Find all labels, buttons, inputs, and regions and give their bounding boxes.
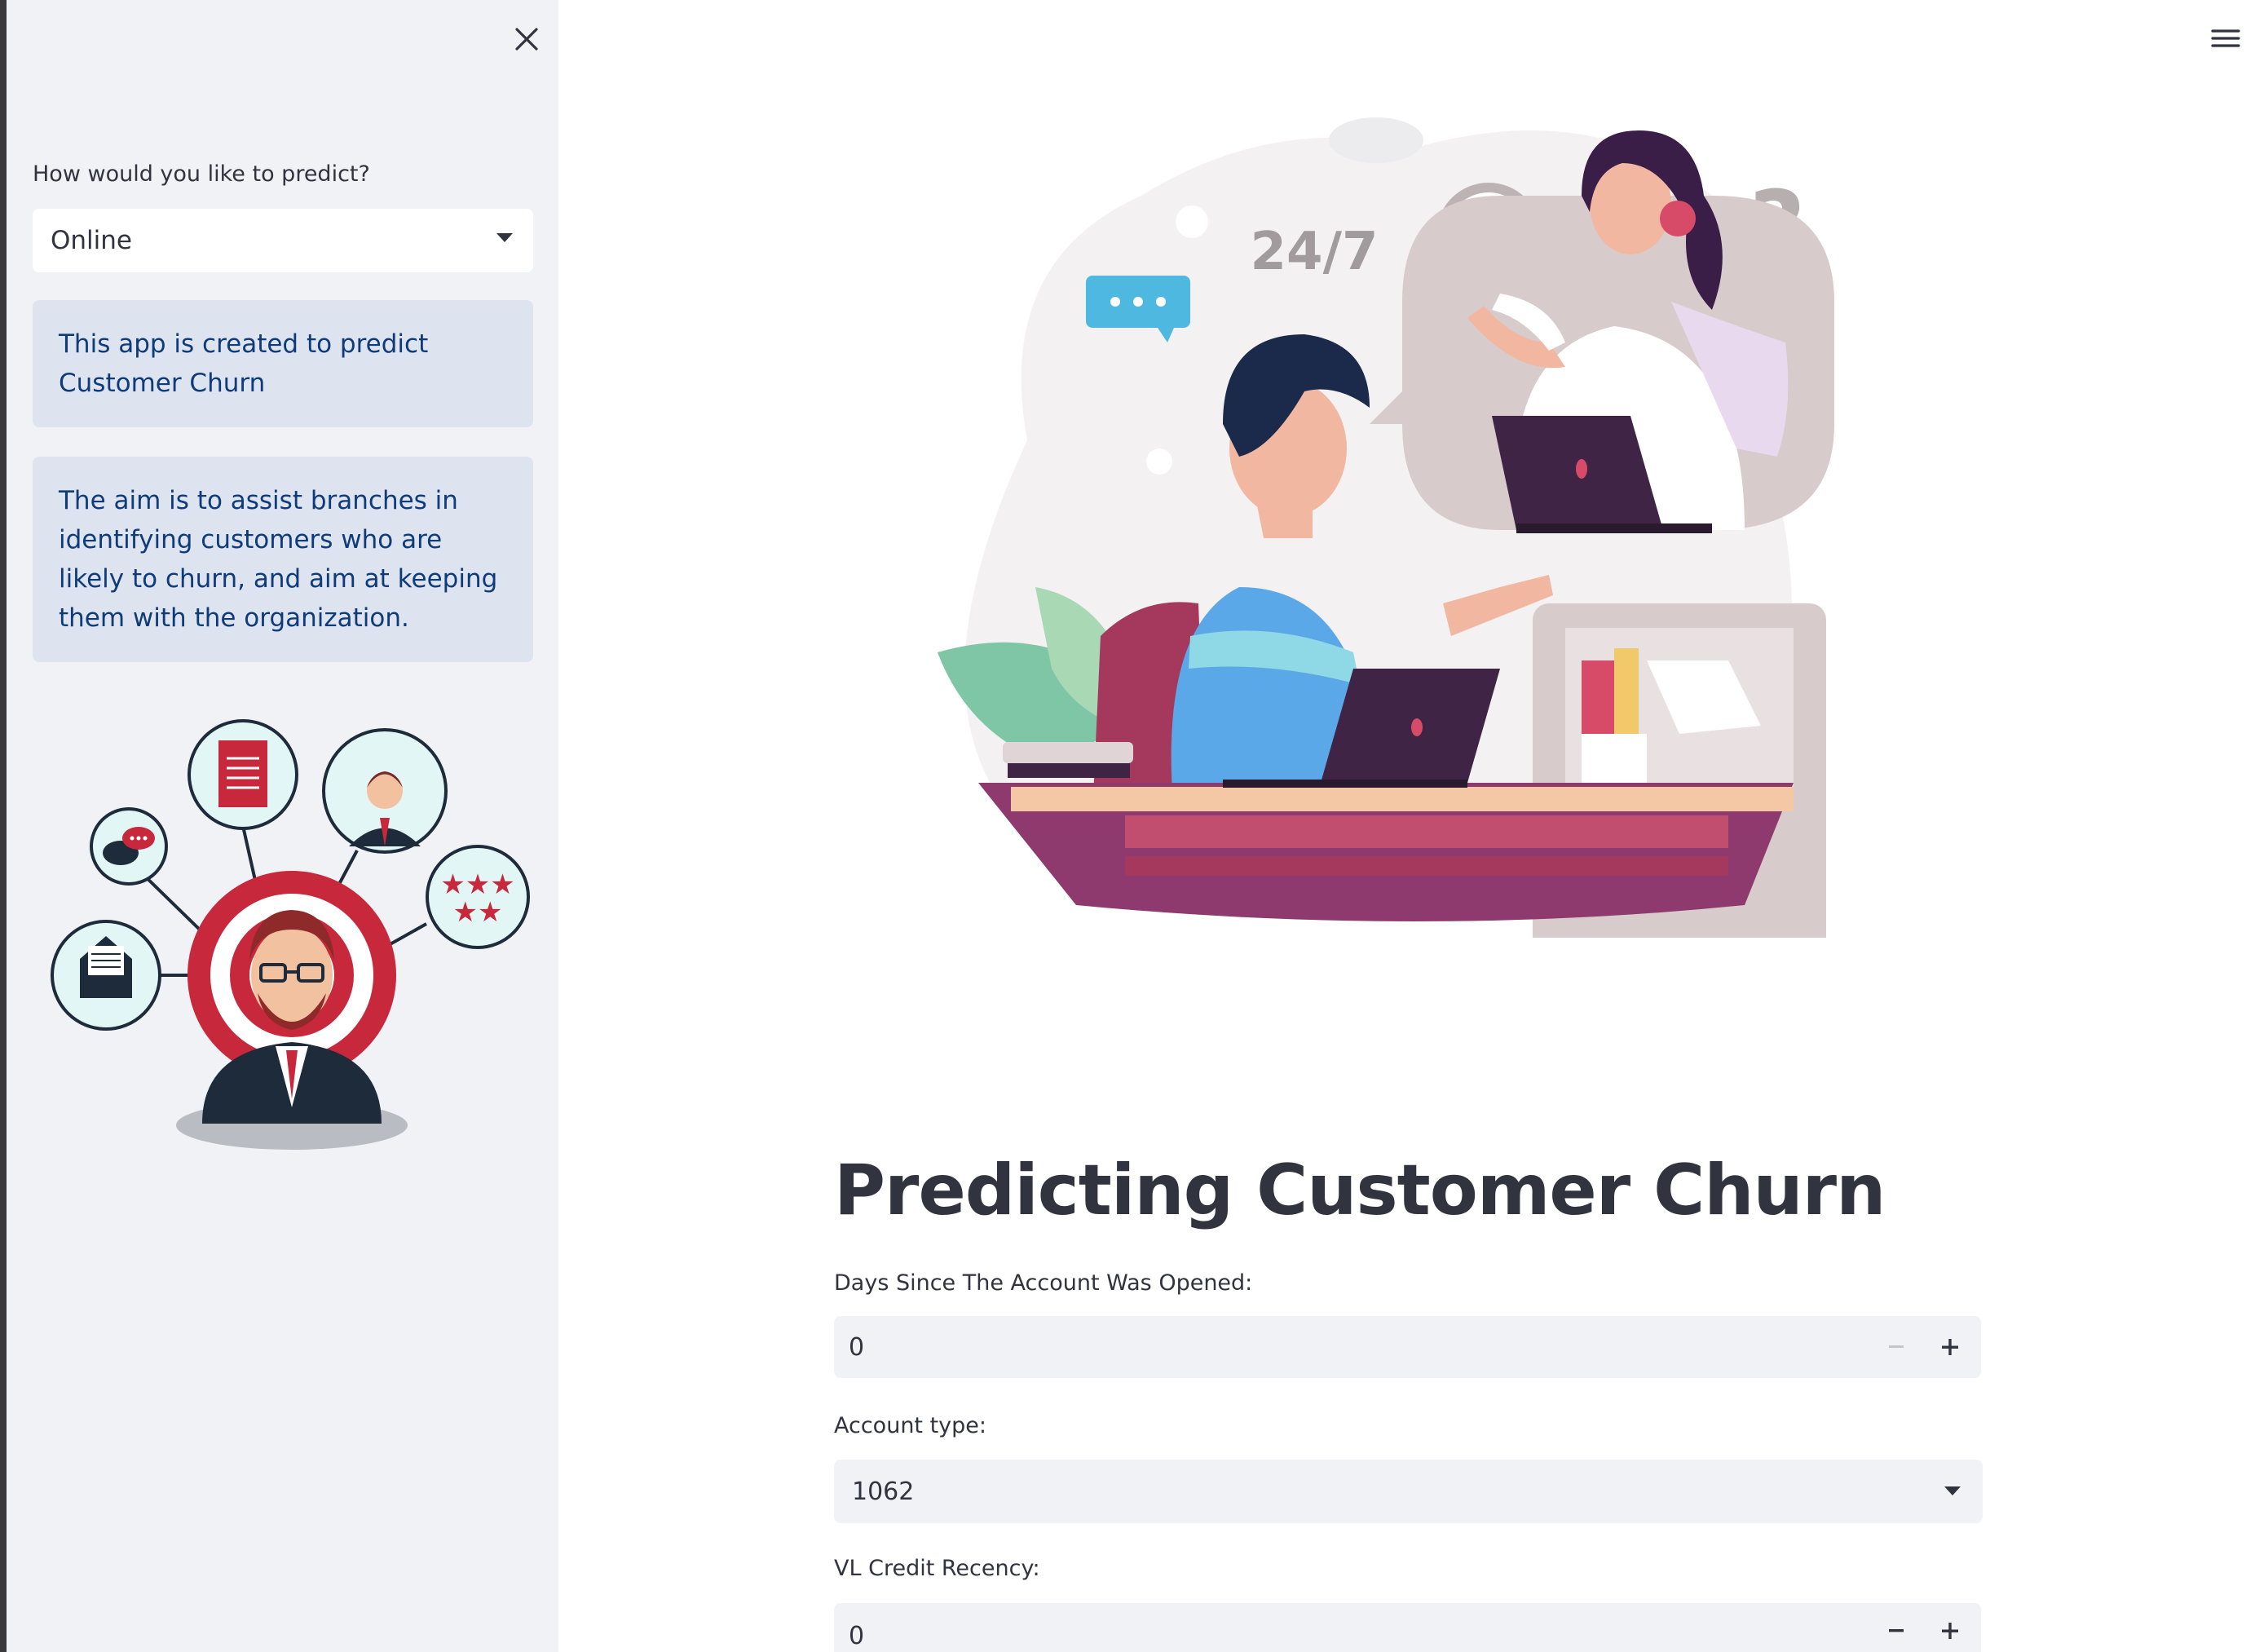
close-icon [515,28,538,51]
availability-badge: 24/7 [1251,222,1379,282]
chevron-down-icon [496,233,513,242]
minus-icon [1889,1629,1904,1632]
window-edge [0,0,7,1652]
document-icon [188,719,298,830]
predict-mode-label: How would you like to predict? [33,161,370,187]
chevron-down-icon [1944,1486,1961,1495]
days-since-opened-value: 0 [849,1332,865,1362]
vl-credit-recency-label: VL Credit Recency: [834,1556,1040,1581]
info-box-aim: The aim is to assist branches in identif… [33,457,533,662]
recency-decrement-button[interactable] [1870,1610,1922,1652]
predict-mode-value: Online [51,226,132,255]
predict-mode-select[interactable]: Online [33,209,533,272]
customer-support-illustration: 24/7 ? [938,117,1834,938]
page-title: Predicting Customer Churn [834,1150,1886,1231]
info-text-purpose: This app is created to predict Customer … [59,329,429,398]
account-type-value: 1062 [852,1477,915,1506]
rating-stars-icon: ★★★ ★★ [426,845,530,949]
account-type-label: Account type: [834,1413,987,1438]
agent-avatar-icon [322,728,448,854]
days-decrement-button[interactable] [1870,1316,1922,1378]
days-since-opened-label: Days Since The Account Was Opened: [834,1270,1253,1296]
chat-bubble-icon [90,807,168,886]
sidebar: How would you like to predict? Online Th… [7,0,558,1652]
days-since-opened-input[interactable]: 0 [834,1316,1981,1378]
menu-hamburger-icon[interactable] [2209,24,2242,52]
vl-credit-recency-input[interactable]: 0 [834,1603,1981,1652]
plus-icon [1942,1623,1958,1639]
info-text-aim: The aim is to assist branches in identif… [59,486,498,633]
businessman-target-icon [176,871,408,1150]
account-type-select[interactable]: 1062 [834,1460,1983,1523]
info-box-purpose: This app is created to predict Customer … [33,300,533,427]
recency-increment-button[interactable] [1924,1610,1976,1652]
days-increment-button[interactable] [1924,1316,1976,1378]
svg-text:★★: ★★ [453,896,503,929]
plus-icon [1942,1339,1958,1355]
minus-icon [1889,1345,1904,1348]
vl-credit-recency-value: 0 [849,1621,865,1650]
mail-icon [51,920,161,1031]
close-sidebar-button[interactable] [502,20,551,59]
customer-target-illustration: ★★★ ★★ [51,719,530,1150]
